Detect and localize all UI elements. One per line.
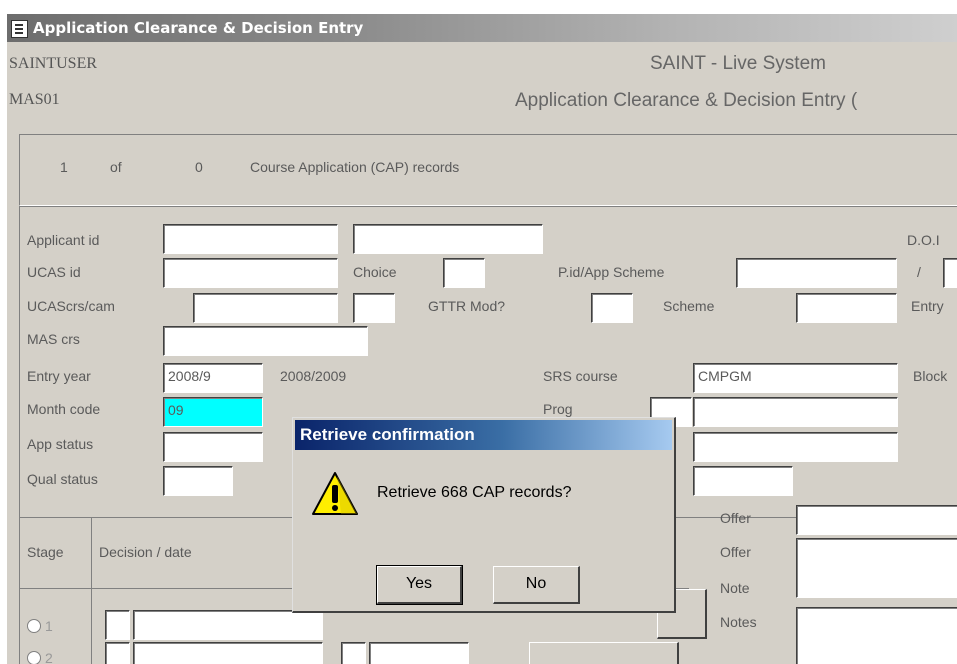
offer-2-label: Offer	[720, 544, 751, 560]
decision-date-header: Decision / date	[99, 544, 192, 560]
ucascrs-field[interactable]	[193, 293, 338, 323]
srs-course-label: SRS course	[543, 368, 618, 384]
dialog-title[interactable]: Retrieve confirmation	[295, 420, 672, 450]
month-code-label: Month code	[27, 401, 101, 417]
record-type-label: Course Application (CAP) records	[250, 159, 460, 175]
window-titlebar[interactable]: Application Clearance & Decision Entry	[7, 14, 957, 42]
dob-separator: /	[917, 264, 921, 280]
ucascrs-label: UCAScrs/cam	[27, 298, 115, 314]
app-status-field[interactable]	[163, 432, 263, 462]
window-title: Application Clearance & Decision Entry	[33, 19, 364, 37]
ucas-id-field[interactable]	[163, 258, 338, 288]
stage-2-action-button[interactable]	[529, 642, 679, 664]
applicant-id-field[interactable]	[163, 224, 338, 254]
offer-1-label: Offer	[720, 510, 751, 526]
scheme-label: Scheme	[663, 298, 715, 314]
app-status-label: App status	[27, 436, 94, 452]
applicant-id-label: Applicant id	[27, 232, 100, 248]
ucas-id-label: UCAS id	[27, 264, 81, 280]
month-code-field[interactable]: 09	[163, 397, 263, 427]
dob-label: D.O.I	[907, 232, 940, 248]
dob-field[interactable]	[943, 258, 957, 288]
gttr-mod-label: GTTR Mod?	[428, 298, 506, 314]
entry-year-full: 2008/2009	[280, 368, 347, 384]
prog-label: Prog	[543, 401, 573, 417]
stage-header: Stage	[27, 544, 64, 560]
notes-field[interactable]	[796, 607, 957, 664]
block-label: Block	[913, 368, 948, 384]
entry-year-label: Entry year	[27, 368, 91, 384]
gttr-mod-field[interactable]	[591, 293, 633, 323]
campus-field[interactable]	[353, 293, 395, 323]
choice-label: Choice	[353, 264, 397, 280]
notes-label: Notes	[720, 614, 757, 630]
stage-1-code-field[interactable]	[105, 610, 130, 640]
retrieve-confirmation-dialog: Retrieve confirmation Retrieve 668 CAP r…	[292, 417, 676, 613]
stage-1-decision-field[interactable]	[133, 610, 323, 640]
grid-divider	[91, 517, 92, 664]
stage-2-label: 2	[45, 650, 53, 664]
stage-2-code-field[interactable]	[105, 642, 130, 664]
stage-2-extra-field[interactable]	[341, 642, 366, 664]
record-total: 0	[195, 159, 203, 175]
offer-2-field[interactable]	[796, 538, 957, 598]
qual-extra-field[interactable]	[693, 466, 793, 496]
offer-1-field[interactable]	[796, 505, 957, 535]
record-counter-panel	[19, 134, 957, 206]
stage-2-date-field[interactable]	[369, 642, 469, 664]
qual-status-field[interactable]	[163, 466, 233, 496]
header-form-title: Application Clearance & Decision Entry (	[515, 90, 858, 111]
record-of-label: of	[110, 159, 122, 175]
header-system: SAINT - Live System	[650, 53, 826, 74]
qual-status-label: Qual status	[27, 471, 98, 487]
mas-crs-field[interactable]	[163, 326, 368, 356]
prog-field[interactable]	[693, 397, 898, 427]
stage-1-radio[interactable]	[27, 619, 41, 633]
scheme-field[interactable]	[796, 293, 897, 323]
pid-scheme-label: P.id/App Scheme	[558, 264, 665, 280]
choice-field[interactable]	[443, 258, 485, 288]
note-label: Note	[720, 580, 750, 596]
no-button[interactable]: No	[493, 566, 580, 604]
warning-icon	[311, 470, 359, 518]
applicant-name-field[interactable]	[353, 224, 543, 254]
prog-desc-field[interactable]	[693, 432, 898, 462]
dialog-message: Retrieve 668 CAP records?	[377, 484, 572, 501]
mas-crs-label: MAS crs	[27, 331, 80, 347]
entry-year-field[interactable]: 2008/9	[163, 363, 263, 393]
header-user: SAINTUSER	[9, 55, 98, 72]
yes-button[interactable]: Yes	[376, 565, 463, 605]
stage-2-decision-field[interactable]	[133, 642, 323, 664]
stage-1-label: 1	[45, 618, 53, 634]
record-current: 1	[60, 159, 68, 175]
header-form-id: MAS01	[9, 91, 60, 108]
entry-label: Entry	[911, 298, 944, 314]
srs-course-field[interactable]: CMPGM	[693, 363, 898, 393]
stage-2-radio[interactable]	[27, 651, 41, 664]
form-icon	[11, 20, 28, 38]
pid-scheme-field[interactable]	[736, 258, 897, 288]
